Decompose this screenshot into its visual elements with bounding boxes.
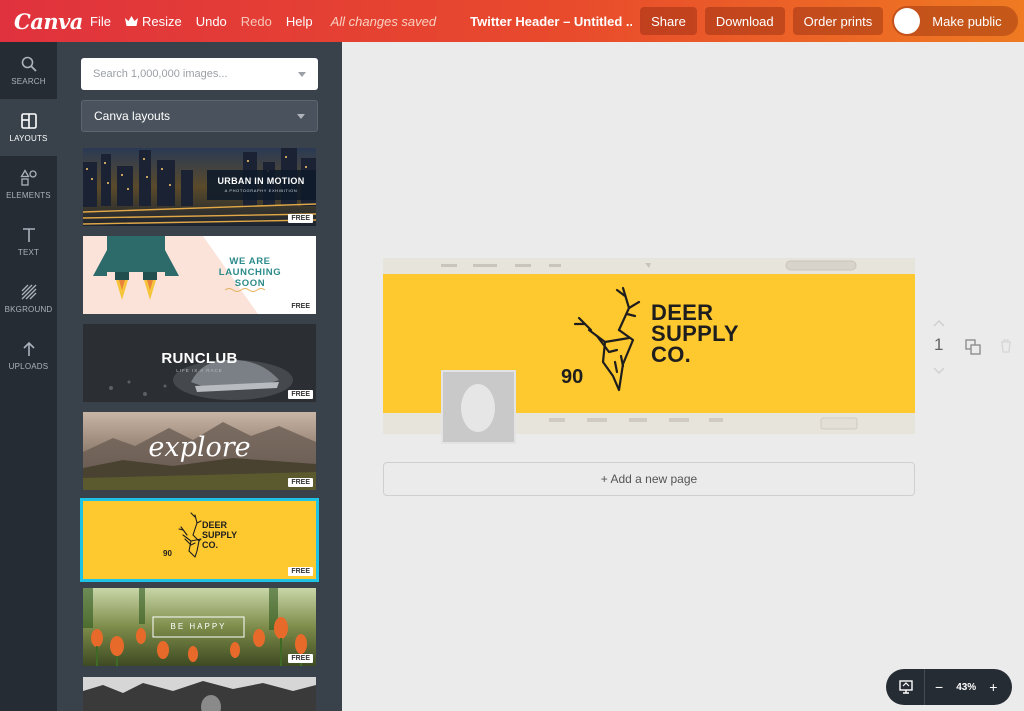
top-bar: Canva File Resize Undo Redo Help All cha… (0, 0, 1024, 42)
document-title[interactable]: Twitter Header – Untitled ... (470, 14, 632, 29)
layouts-panel: Search 1,000,000 images... Canva layouts (57, 42, 342, 711)
thumb-title: URBAN IN MOTION (217, 176, 305, 186)
thumb-title-line: SUPPLY (202, 530, 238, 540)
zoom-level: 43% (956, 681, 977, 693)
chevron-down-icon[interactable] (932, 366, 946, 376)
layout-thumb-be-happy[interactable]: BE HAPPY FREE (83, 588, 316, 666)
zoom-in-button[interactable]: + (989, 679, 997, 695)
zoom-controls: − 43% + (886, 669, 1012, 705)
crown-icon (124, 16, 138, 26)
thumb-title: BE HAPPY (170, 622, 227, 631)
thumb-title: DEER SUPPLY CO. (202, 520, 237, 550)
thumb-title: WE ARE LAUNCHING SOON (203, 256, 297, 289)
elements-icon (19, 169, 37, 186)
forest-image (83, 677, 316, 711)
layout-thumb-runclub[interactable]: RUNCLUB LIFE IS A RACE FREE (83, 324, 316, 402)
thumb-title: RUNCLUB (161, 350, 238, 367)
thumb-title-line: DEER (202, 520, 228, 530)
rail-label: TEXT (17, 248, 40, 257)
thumb-title-line: LAUNCHING (218, 267, 282, 278)
undo-button[interactable]: Undo (196, 14, 227, 29)
present-icon[interactable] (898, 679, 914, 695)
free-badge: FREE (288, 302, 313, 311)
layout-thumb-explore[interactable]: explore FREE (83, 412, 316, 490)
search-placeholder: Search 1,000,000 images... (93, 68, 228, 80)
free-badge: FREE (288, 567, 313, 576)
free-badge: FREE (288, 654, 313, 663)
thumb-subtitle: LIFE IS A RACE (176, 368, 223, 373)
resize-button[interactable]: Resize (124, 13, 182, 29)
search-icon (21, 56, 37, 72)
design-page[interactable]: DEER SUPPLY CO. 90 (383, 258, 915, 444)
make-public-label: Make public (932, 13, 1002, 29)
layout-thumb-deer-supply[interactable]: DEER SUPPLY CO. 90 FREE (80, 498, 319, 582)
design-title[interactable]: DEER SUPPLY CO. (651, 300, 739, 367)
layout-select-value: Canva layouts (94, 109, 171, 123)
chevron-down-icon (297, 113, 305, 119)
help-menu[interactable]: Help (286, 14, 313, 29)
text-icon (22, 228, 35, 242)
city-night-image (83, 148, 316, 226)
design-title-line: CO. (651, 342, 692, 367)
rail-elements[interactable]: ELEMENTS (0, 156, 57, 213)
background-icon (21, 284, 36, 300)
rail-label: SEARCH (11, 77, 46, 86)
free-badge: FREE (288, 478, 313, 487)
file-menu[interactable]: File (90, 14, 111, 29)
thumb-title-line: CO. (202, 540, 219, 550)
canva-logo[interactable]: Canva (14, 9, 83, 34)
rail-label: BKGROUND (4, 305, 53, 314)
layout-category-select[interactable]: Canva layouts (81, 100, 318, 132)
rail-label: UPLOADS (8, 362, 49, 371)
rail-label: LAYOUTS (9, 134, 48, 143)
rail-label: ELEMENTS (6, 191, 51, 200)
rail-background[interactable]: BKGROUND (0, 270, 57, 327)
rail-text[interactable]: TEXT (0, 213, 57, 270)
rail-layouts[interactable]: LAYOUTS (0, 99, 57, 156)
zoom-out-button[interactable]: − (935, 679, 943, 695)
layout-thumb-partial[interactable] (83, 677, 316, 711)
add-page-button[interactable]: + Add a new page (383, 462, 915, 496)
upload-icon (22, 341, 35, 356)
thumb-title: explore (148, 432, 251, 463)
layout-thumb-launching[interactable]: WE ARE LAUNCHING SOON FREE (83, 236, 316, 314)
chevron-down-icon[interactable] (298, 71, 306, 77)
free-badge: FREE (288, 214, 313, 223)
trash-icon[interactable] (998, 338, 1014, 354)
image-search-input[interactable]: Search 1,000,000 images... (81, 58, 318, 90)
resize-label: Resize (141, 13, 182, 29)
save-status: All changes saved (330, 13, 437, 29)
twitter-stats-mock (549, 417, 858, 430)
rail-search[interactable]: SEARCH (0, 42, 57, 99)
duplicate-page-icon[interactable] (964, 338, 982, 356)
toggle-knob (894, 8, 921, 34)
thumb-number: 90 (163, 549, 172, 558)
design-title-line: DEER (651, 300, 714, 325)
thumb-subtitle: A PHOTOGRAPHY EXHIBITION (224, 188, 298, 193)
zoom-separator (924, 669, 925, 705)
make-public-toggle[interactable]: Make public (892, 6, 1018, 36)
free-badge: FREE (288, 390, 313, 399)
thumb-title-line: SOON (234, 278, 266, 289)
share-button[interactable]: Share (640, 7, 697, 35)
side-rail: SEARCH LAYOUTS ELEMENTS TEXT BKGROUND UP… (0, 42, 57, 711)
download-button[interactable]: Download (704, 7, 785, 35)
order-prints-button[interactable]: Order prints (792, 7, 884, 35)
redo-button[interactable]: Redo (241, 14, 272, 29)
deer-logo-icon (178, 512, 202, 558)
rail-uploads[interactable]: UPLOADS (0, 327, 57, 384)
layout-thumb-urban[interactable]: URBAN IN MOTION A PHOTOGRAPHY EXHIBITION… (83, 148, 316, 226)
thumb-title-line: WE ARE (229, 256, 271, 267)
chevron-up-icon[interactable] (932, 318, 946, 328)
design-number[interactable]: 90 (561, 366, 583, 389)
layouts-icon (20, 113, 37, 129)
page-number: 1 (934, 335, 944, 354)
design-title-line: SUPPLY (651, 321, 739, 346)
